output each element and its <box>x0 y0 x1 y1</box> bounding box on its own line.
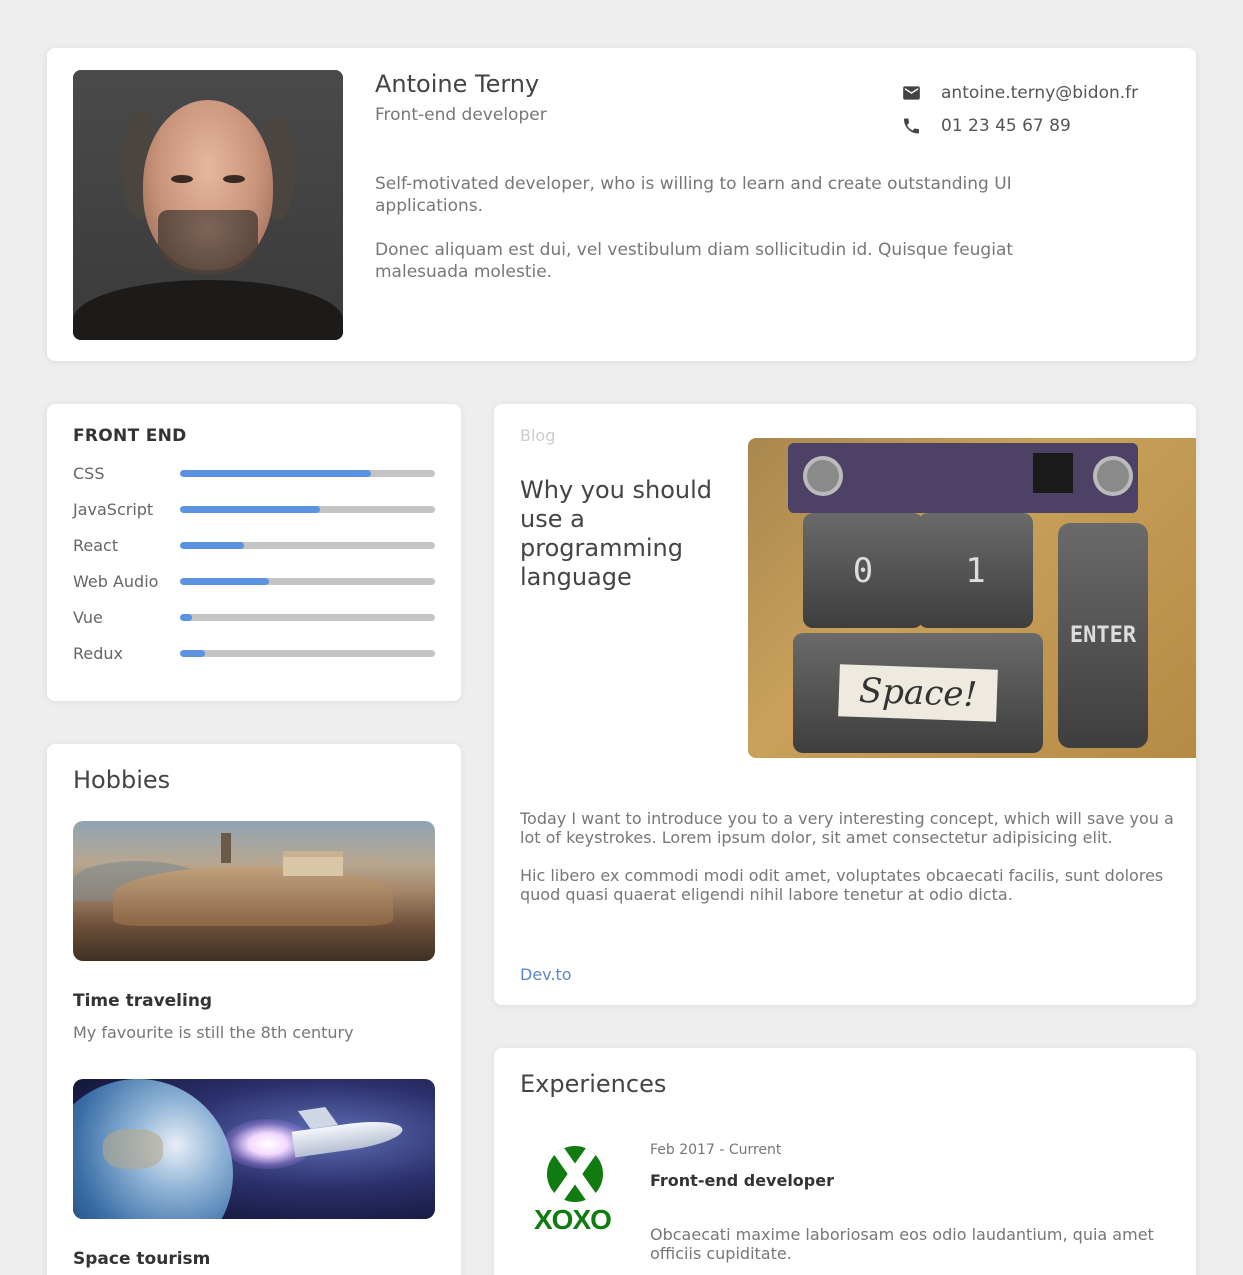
skill-bar-fill <box>179 541 244 549</box>
skill-label: JavaScript <box>73 499 154 519</box>
blog-label: Blog <box>520 426 556 445</box>
experience-description: Obcaecati maxime laboriosam eos odio lau… <box>650 1225 1154 1263</box>
blog-paragraph: Hic libero ex commodi modi odit amet, vo… <box>520 866 1164 904</box>
blog-title: Why you should use a programming languag… <box>520 476 713 591</box>
phone-row[interactable]: 01 23 45 67 89 <box>900 109 1138 142</box>
mail-icon <box>900 83 923 103</box>
blog-card: Blog Why you should use a programming la… <box>494 404 1196 1005</box>
hobbies-title: Hobbies <box>73 766 171 794</box>
experiences-title: Experiences <box>520 1070 667 1098</box>
skill-bar-fill <box>179 469 372 477</box>
skills-title: FRONT END <box>73 426 187 446</box>
company-logo-text: XOXO <box>534 1204 612 1235</box>
contact-info: antoine.terny@bidon.fr 01 23 45 67 89 <box>900 76 1138 142</box>
experience-date: Feb 2017 - Current <box>650 1142 782 1158</box>
skill-bar <box>179 577 435 585</box>
hobby-name: Space tourism <box>73 1249 211 1269</box>
bio-paragraph: Donec aliquam est dui, vel vestibulum di… <box>375 240 1014 282</box>
skills-card: FRONT END CSS JavaScript React Web Audio… <box>47 404 461 701</box>
blog-image: 0 1 ENTER Space! <box>748 438 1196 758</box>
email-row[interactable]: antoine.terny@bidon.fr <box>900 76 1138 109</box>
skill-row: Vue <box>73 606 435 628</box>
space-note: Space! <box>838 664 998 722</box>
key-zero: 0 <box>803 513 923 628</box>
skill-bar <box>179 649 435 657</box>
skill-label: CSS <box>73 463 105 483</box>
skill-bar-fill <box>179 613 193 621</box>
phone-icon <box>900 116 923 136</box>
hobbies-card: Hobbies Time traveling My favourite is s… <box>47 744 461 1275</box>
skill-label: Web Audio <box>73 571 159 591</box>
email-text[interactable]: antoine.terny@bidon.fr <box>941 83 1138 103</box>
profile-role: Front-end developer <box>375 105 547 125</box>
skill-label: Vue <box>73 607 103 627</box>
blog-body: Today I want to introduce you to a very … <box>520 809 1175 923</box>
phone-text[interactable]: 01 23 45 67 89 <box>941 116 1071 136</box>
hobby-description: My favourite is still the 8th century <box>73 1023 354 1042</box>
experiences-card: Experiences XOXO Feb 2017 - Current Fron… <box>494 1048 1196 1275</box>
hobby-name: Time traveling <box>73 991 213 1011</box>
company-logo: XOXO <box>532 1146 622 1236</box>
skill-bar <box>179 469 435 477</box>
profile-card: Antoine Terny Front-end developer Self-m… <box>47 48 1196 361</box>
bio-paragraph: Self-motivated developer, who is willing… <box>375 174 1012 216</box>
hobby-image-acropolis <box>73 821 435 961</box>
skill-label: React <box>73 535 119 555</box>
blog-source-link[interactable]: Dev.to <box>520 965 572 984</box>
key-enter: ENTER <box>1058 523 1148 748</box>
skill-row: React <box>73 534 435 556</box>
skill-bar <box>179 541 435 549</box>
skill-row: Web Audio <box>73 570 435 592</box>
blog-paragraph: Today I want to introduce you to a very … <box>520 809 1174 847</box>
skill-bar <box>179 505 435 513</box>
key-one: 1 <box>918 513 1033 628</box>
skill-bar-fill <box>179 649 206 657</box>
skill-label: Redux <box>73 643 124 663</box>
key-space: Space! <box>793 633 1043 753</box>
skill-row: JavaScript <box>73 498 435 520</box>
skill-row: Redux <box>73 642 435 664</box>
skill-bar-fill <box>179 505 321 513</box>
profile-name: Antoine Terny <box>375 70 540 98</box>
hobby-image-space <box>73 1079 435 1219</box>
skill-row: CSS <box>73 462 435 484</box>
experience-role: Front-end developer <box>650 1171 834 1190</box>
skill-bar-fill <box>179 577 270 585</box>
skill-bar <box>179 613 435 621</box>
profile-bio: Self-motivated developer, who is willing… <box>375 173 1095 305</box>
profile-photo <box>73 70 343 340</box>
xbox-icon <box>547 1146 603 1202</box>
